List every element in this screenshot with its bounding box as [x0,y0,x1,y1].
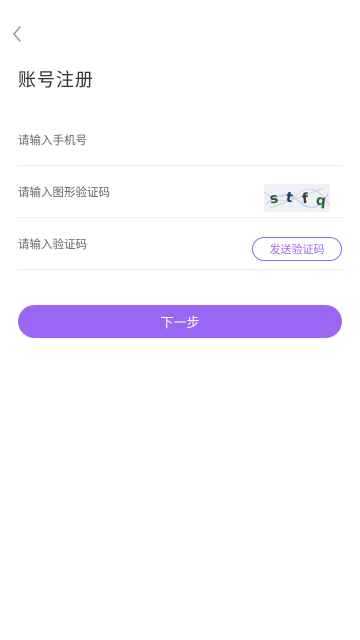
page-title: 账号注册 [18,70,94,91]
sms-code-row: 发送验证码 [18,218,342,270]
back-button[interactable] [8,24,28,44]
captcha-input[interactable] [18,166,238,218]
captcha-row: s t f q [18,166,342,218]
phone-row [18,114,342,166]
send-code-button[interactable]: 发送验证码 [252,237,342,261]
sms-code-input[interactable] [18,218,238,270]
captcha-graphic: s t f q [263,184,331,212]
chevron-left-icon [13,26,21,42]
svg-text:q: q [315,193,327,210]
next-button[interactable]: 下一步 [18,305,342,338]
phone-input[interactable] [18,114,238,166]
captcha-image[interactable]: s t f q [263,184,331,212]
